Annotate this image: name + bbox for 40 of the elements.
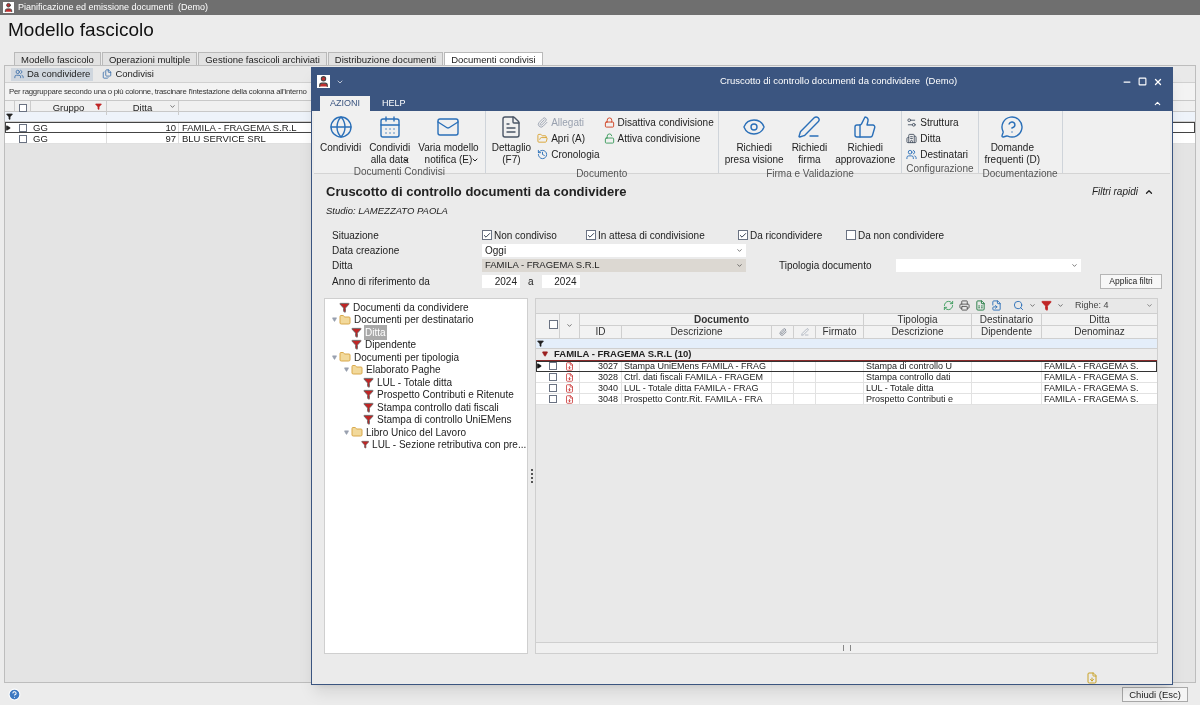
table-cell: Ctrl. dati fiscali FAMILA - FRAGEM <box>622 371 772 383</box>
field-label: Tipologia documento <box>779 258 873 273</box>
group-label: Documento <box>575 167 629 181</box>
table-cell: 3028 <box>580 371 622 383</box>
field-label: Situazione <box>332 228 380 243</box>
table-cell: Prospetto Contr.Rit. FAMILA - FRA <box>622 393 772 405</box>
table-cell: Prospetto Contributi e <box>864 393 972 405</box>
window-title: Pianificazione ed emissione documenti (Demo) <box>18 0 209 14</box>
field-label: Ditta <box>332 258 354 273</box>
table-cell: 10 <box>107 122 179 133</box>
table-cell-text: BLU SERVICE SRL <box>181 133 267 144</box>
checkbox-label: In attesa di condivisione <box>598 228 705 243</box>
field-label: Data creazione <box>332 243 401 258</box>
checkbox-label: Da non condividere <box>858 228 945 243</box>
table-cell: Stampa controllo dati <box>864 371 972 383</box>
table-cell: 3040 <box>580 382 622 394</box>
table-cell: LUL - Totale ditta FAMILA - FRAG <box>622 382 772 394</box>
table-cell: Stampa di controllo U <box>864 360 972 372</box>
table-cell-text: FAMILA - FRAGEMA S. <box>1043 371 1140 383</box>
checkbox-label: Da ricondividere <box>750 228 823 243</box>
dashboard-heading: Cruscotto di controllo documenti da condividere <box>326 183 627 201</box>
group-label: Documenti Condivisi <box>352 165 446 179</box>
table-cell: 3027 <box>580 360 622 372</box>
checkbox-label: Non condiviso <box>494 228 557 243</box>
field-label: Anno di riferimento da <box>332 274 431 289</box>
studio-label: Studio: LAMEZZATO PAOLA <box>326 203 449 218</box>
group-label: Configurazione <box>906 162 974 176</box>
table-cell: Stampa UniEMens FAMILA - FRAG <box>622 360 772 372</box>
table-cell-text: FAMILA - FRAGEMA S. <box>1043 360 1140 372</box>
table-cell-text: FAMILA - FRAGEMA S.R.L <box>181 122 298 133</box>
range-separator: a <box>527 274 535 289</box>
table-cell: GG <box>31 122 107 133</box>
table-cell: LUL - Totale ditta <box>864 382 972 394</box>
group-label: Documentazione <box>982 167 1058 181</box>
page-heading: Modello fascicolo <box>7 18 155 42</box>
table-cell-text: FAMILA - FRAGEMA S. <box>1043 382 1140 394</box>
group-label: Firma e Validazione <box>765 167 855 181</box>
dialog-title: Cruscotto di controllo documenti da condividere (Demo) <box>720 74 958 89</box>
table-cell: 3048 <box>580 393 622 405</box>
table-cell-text: FAMILA - FRAGEMA S. <box>1043 393 1140 405</box>
